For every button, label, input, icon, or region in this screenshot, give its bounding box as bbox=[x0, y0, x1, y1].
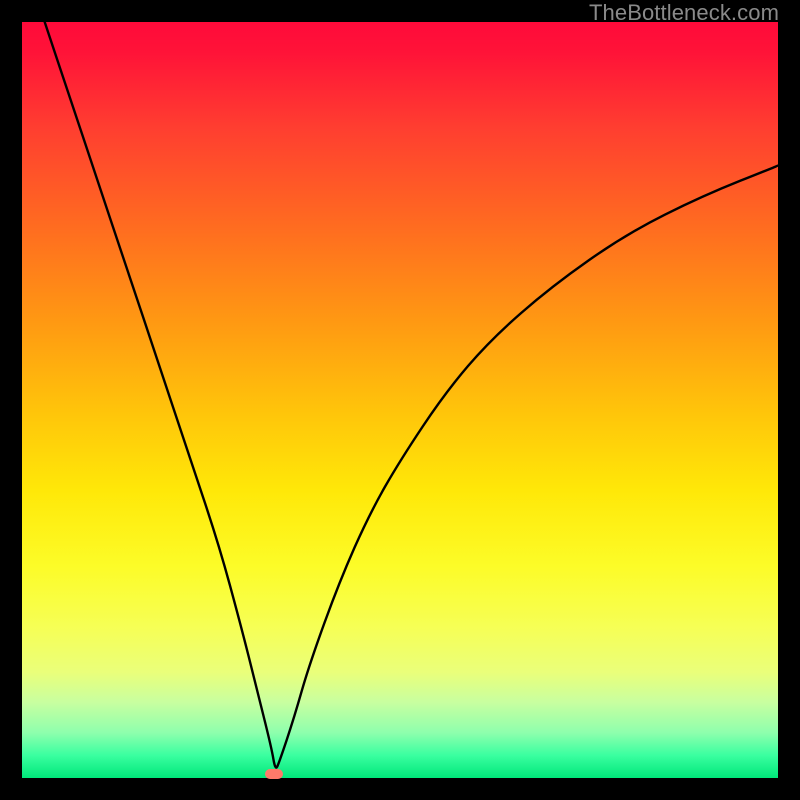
plot-area bbox=[22, 22, 778, 778]
watermark-text: TheBottleneck.com bbox=[589, 0, 779, 26]
chart-frame: TheBottleneck.com bbox=[0, 0, 800, 800]
bottleneck-curve bbox=[22, 22, 778, 778]
min-marker bbox=[265, 769, 283, 779]
